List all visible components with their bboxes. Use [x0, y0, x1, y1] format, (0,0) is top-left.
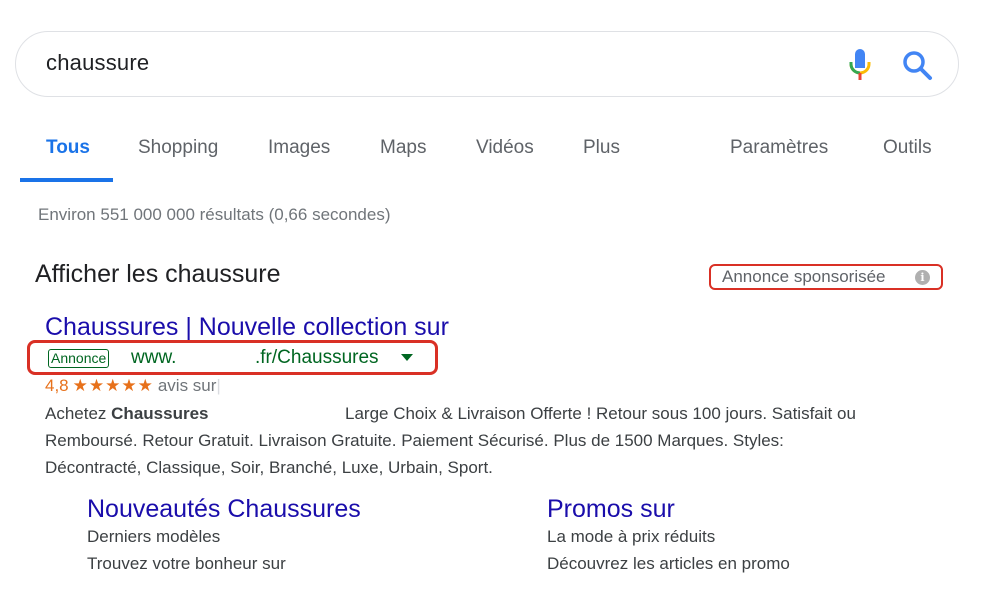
active-tab-indicator — [20, 178, 113, 182]
tab-parametres[interactable]: Paramètres — [730, 137, 828, 159]
search-input[interactable]: chaussure — [46, 50, 149, 76]
rating-source: avis sur — [157, 376, 217, 395]
tab-videos[interactable]: Vidéos — [476, 137, 534, 159]
ad-rating: 4,8 ★★★★★ avis sur| — [45, 376, 221, 395]
ad-description-line-1: Achetez Chaussures — [45, 404, 209, 423]
tab-plus[interactable]: Plus — [583, 137, 620, 159]
section-title: Afficher les chaussure — [35, 260, 281, 288]
ad-description-line-2: Remboursé. Retour Gratuit. Livraison Gra… — [45, 431, 784, 450]
tab-tous[interactable]: Tous — [46, 137, 90, 159]
microphone-icon[interactable] — [846, 47, 874, 83]
ad-title-link[interactable]: Chaussures | Nouvelle collection sur — [45, 313, 449, 342]
ad-url-highlight: Annonce www. .fr/Chaussures — [27, 340, 438, 375]
ad-display-url-prefix[interactable]: www. — [131, 347, 176, 369]
ad-description-line-1-end: Large Choix & Livraison Offerte ! Retour… — [345, 404, 856, 423]
tab-shopping[interactable]: Shopping — [138, 137, 218, 159]
sitelink-description: Découvrez les articles en promo — [547, 554, 790, 573]
sitelink-description: La mode à prix réduits — [547, 527, 716, 546]
highlighted-keyword: Chaussures — [111, 404, 209, 423]
star-rating-icon: ★★★★★ — [72, 376, 154, 395]
tab-outils[interactable]: Outils — [883, 137, 932, 159]
sponsored-label: Annonce sponsorisée — [722, 267, 886, 286]
ad-display-url-path[interactable]: .fr/Chaussures — [255, 347, 379, 369]
sitelink-promos[interactable]: Promos sur — [547, 495, 675, 524]
tab-images[interactable]: Images — [268, 137, 330, 159]
search-box[interactable]: chaussure — [15, 31, 959, 97]
sitelink-description: Derniers modèles — [87, 527, 221, 546]
ad-badge: Annonce — [48, 349, 110, 368]
tab-maps[interactable]: Maps — [380, 137, 426, 159]
sponsored-label-highlight: Annonce sponsorisée i — [709, 264, 943, 290]
search-icon[interactable] — [901, 49, 933, 81]
info-icon[interactable]: i — [915, 270, 930, 285]
chevron-down-icon[interactable] — [401, 354, 413, 361]
ad-description-line-3: Décontracté, Classique, Soir, Branché, L… — [45, 458, 493, 477]
sitelink-description: Trouvez votre bonheur sur — [87, 554, 286, 573]
sitelink-nouveautes-chaussures[interactable]: Nouveautés Chaussures — [87, 495, 361, 524]
result-stats: Environ 551 000 000 résultats (0,66 seco… — [38, 205, 391, 224]
rating-value: 4,8 — [45, 376, 69, 395]
